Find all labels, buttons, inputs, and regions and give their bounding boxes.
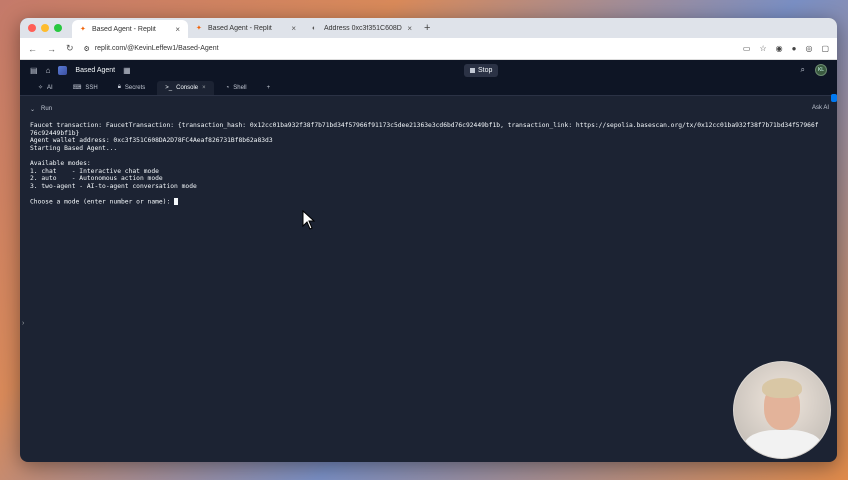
- tab-shell[interactable]: ◔ Shell: [218, 81, 255, 95]
- tab-label: Address 0xc3f351C608DA2…: [324, 24, 402, 32]
- tab-secrets[interactable]: 🔒︎ Secrets: [110, 81, 154, 95]
- close-icon[interactable]: ×: [175, 25, 180, 34]
- lock-icon: 🔒︎: [117, 84, 121, 90]
- avatar[interactable]: KL: [815, 64, 827, 76]
- stop-icon: [470, 68, 475, 73]
- address-bar: ← → ↻ ⚙ replit.com/@KevinLeffew1/Based-A…: [20, 38, 837, 60]
- window-controls: [28, 24, 62, 32]
- run-label[interactable]: Run: [41, 106, 52, 112]
- maximize-window-button[interactable]: [54, 24, 62, 32]
- close-icon[interactable]: ×: [202, 85, 206, 91]
- console-line: Faucet transaction: FaucetTransaction: {…: [30, 122, 819, 129]
- url-field[interactable]: ⚙ replit.com/@KevinLeffew1/Based-Agent: [84, 45, 733, 53]
- console-toolbar: ⌄ Run Ask AI: [20, 94, 837, 118]
- close-window-button[interactable]: [28, 24, 36, 32]
- mouse-pointer-icon: [302, 210, 316, 230]
- cast-icon[interactable]: ▭: [743, 44, 751, 53]
- forward-icon[interactable]: →: [47, 44, 56, 54]
- repl-name[interactable]: Based Agent: [75, 67, 115, 74]
- browser-window: ✦ Based Agent - Replit × ✦ Based Agent -…: [20, 18, 837, 462]
- tab-label: AI: [47, 84, 53, 91]
- home-icon[interactable]: ⌂: [46, 66, 51, 75]
- sidebar-toggle-icon[interactable]: ▤: [30, 66, 38, 75]
- console-line: 76c92449bf1b}: [30, 129, 80, 137]
- browser-tab-1[interactable]: ✦ Based Agent - Replit ×: [72, 20, 188, 38]
- console-line: Available modes:: [30, 159, 91, 167]
- browser-toolbar: ▭ ☆ ◉ ● ◎ ▢: [743, 44, 829, 53]
- minimize-window-button[interactable]: [41, 24, 49, 32]
- presenter-hair: [762, 378, 802, 398]
- console-line: Agent wallet address: 0xc3f351C608DA2D78…: [30, 137, 273, 145]
- profile-icon[interactable]: ◎: [805, 44, 812, 53]
- add-tab-button[interactable]: +: [259, 81, 279, 95]
- stop-button[interactable]: Stop: [464, 64, 499, 77]
- shell-icon: ◔: [225, 84, 230, 91]
- tab-label: Console: [176, 84, 199, 91]
- expand-arrow-icon[interactable]: ›: [22, 320, 24, 327]
- ai-icon: ✧: [38, 85, 44, 91]
- pane-tabs: ✧ AI ⌨ SSH 🔒︎ Secrets >_ Console × ◔ She…: [20, 80, 837, 96]
- tab-label: Secrets: [124, 84, 146, 91]
- tab-ai[interactable]: ✧ AI: [30, 81, 61, 95]
- stop-label: Stop: [478, 67, 493, 74]
- browser-tab-bar: ✦ Based Agent - Replit × ✦ Based Agent -…: [20, 18, 837, 38]
- tab-label: Based Agent - Replit: [92, 25, 156, 33]
- browser-tab-3[interactable]: ◐ Address 0xc3f351C608DA2… ×: [304, 19, 420, 37]
- close-icon[interactable]: ×: [407, 24, 412, 33]
- bookmark-star-icon[interactable]: ☆: [759, 44, 766, 53]
- back-icon[interactable]: ←: [28, 44, 37, 54]
- tab-label: Based Agent - Replit: [208, 24, 272, 32]
- console-line: 3. two-agent - AI-to-agent conversation …: [30, 182, 197, 190]
- browser-tab-2[interactable]: ✦ Based Agent - Replit ×: [188, 19, 304, 37]
- basescan-icon: ◐: [312, 24, 317, 32]
- console-line: 2. auto - Autonomous action mode: [30, 175, 163, 183]
- tab-ssh[interactable]: ⌨ SSH: [65, 81, 106, 95]
- url-text: replit.com/@KevinLeffew1/Based-Agent: [94, 45, 219, 52]
- repl-settings-icon[interactable]: ▦: [123, 66, 131, 75]
- webcam-overlay: [733, 361, 831, 459]
- extension-icon[interactable]: ◉: [776, 44, 783, 53]
- console-prompt-line[interactable]: Choose a mode (enter number or name):: [30, 197, 827, 206]
- tab-console[interactable]: >_ Console ×: [157, 80, 214, 95]
- tab-label: Shell: [233, 84, 247, 91]
- console-line: 1. chat - Interactive chat mode: [30, 167, 159, 175]
- header-right: ⌕ KL: [801, 64, 827, 76]
- reload-icon[interactable]: ↻: [66, 43, 74, 54]
- replit-icon: ✦: [80, 25, 86, 33]
- console-line: Starting Based Agent...: [30, 144, 118, 152]
- ask-ai-button[interactable]: Ask AI: [812, 105, 829, 111]
- console-prompt: Choose a mode (enter number or name):: [30, 198, 175, 206]
- replit-icon: ✦: [196, 24, 202, 32]
- console-output[interactable]: Faucet transaction: FaucetTransaction: {…: [20, 118, 837, 210]
- chevron-down-icon[interactable]: ⌄: [30, 106, 35, 113]
- sidebar-icon[interactable]: ▢: [821, 44, 829, 53]
- text-cursor: [174, 197, 179, 205]
- search-icon[interactable]: ⌕: [801, 65, 805, 75]
- close-icon[interactable]: ×: [291, 24, 296, 33]
- site-info-icon[interactable]: ⚙: [84, 45, 90, 53]
- toggle-indicator[interactable]: [831, 94, 837, 102]
- extension-icon-2[interactable]: ●: [792, 44, 797, 53]
- replit-header: ▤ ⌂ Based Agent ▦ Stop ⌕ KL: [20, 60, 837, 80]
- ssh-icon: ⌨: [72, 85, 82, 91]
- tab-label: SSH: [85, 84, 98, 91]
- presenter-shirt: [744, 430, 822, 458]
- new-tab-button[interactable]: +: [424, 22, 430, 34]
- terminal-icon: >_: [165, 84, 173, 91]
- repl-logo-icon: [58, 65, 68, 75]
